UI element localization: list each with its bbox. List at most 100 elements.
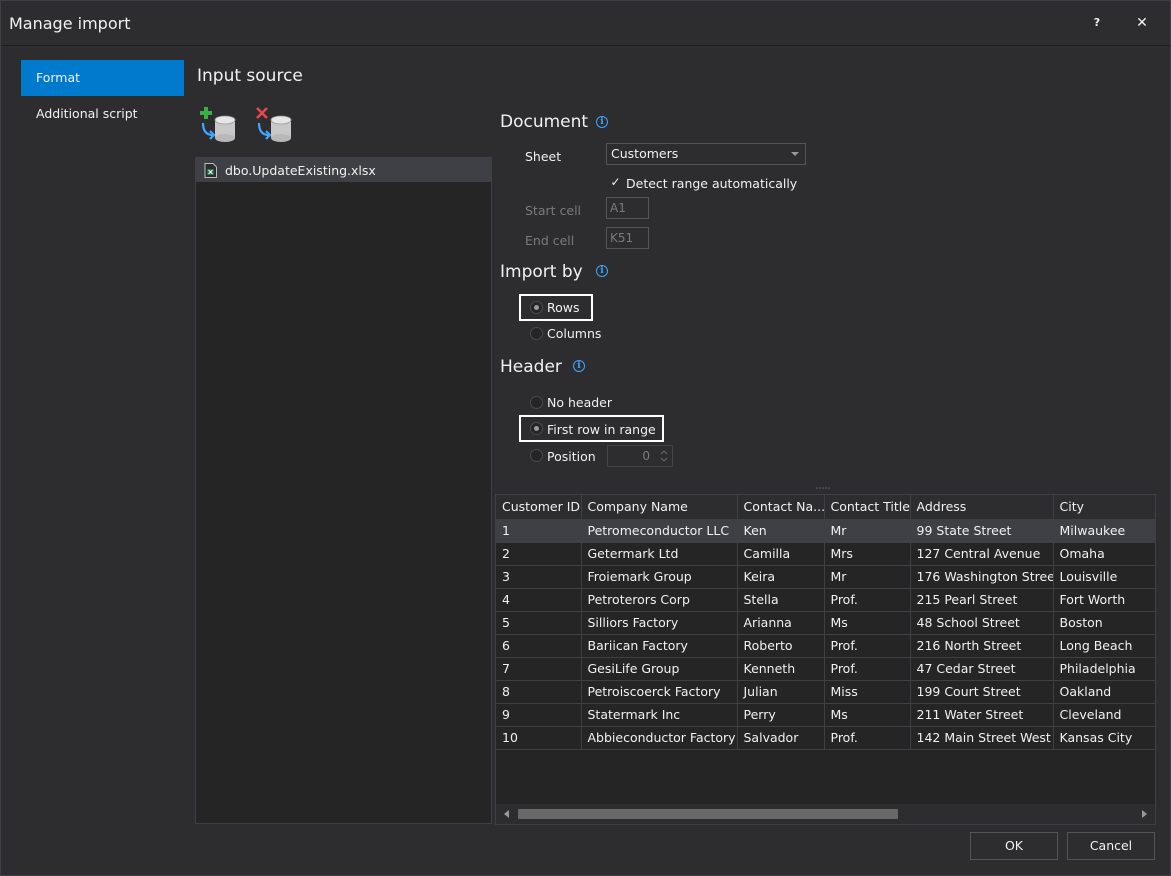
table-cell[interactable]: Mr xyxy=(824,565,911,589)
table-cell[interactable]: Omaha xyxy=(1053,542,1155,566)
table-cell[interactable]: Kansas City xyxy=(1053,726,1155,750)
cancel-button[interactable]: Cancel xyxy=(1067,832,1155,860)
import-by-info-icon[interactable]: i xyxy=(596,265,608,277)
nav-item-additional-script[interactable]: Additional script xyxy=(21,96,184,132)
table-cell[interactable]: Camilla xyxy=(737,542,825,566)
start-cell-input[interactable]: A1 xyxy=(606,197,649,219)
table-cell[interactable]: Prof. xyxy=(824,634,911,658)
table-cell[interactable]: Prof. xyxy=(824,588,911,612)
table-row[interactable]: 8 Petroiscoerck Factory Julian Miss 199 Cour… xyxy=(496,680,1155,704)
table-cell[interactable]: Boston xyxy=(1053,611,1155,635)
table-cell[interactable]: Ken xyxy=(737,519,825,543)
source-file-list[interactable]: dbo.UpdateExisting.xlsx xyxy=(195,157,492,824)
splitter-grip-icon[interactable] xyxy=(815,485,833,491)
table-cell[interactable]: Statermark Inc xyxy=(581,703,738,727)
table-cell[interactable]: 2 xyxy=(496,542,582,566)
table-cell[interactable]: Petroterors Corp xyxy=(581,588,738,612)
table-cell[interactable]: 48 School Street xyxy=(910,611,1054,635)
column-header[interactable]: Company Name xyxy=(581,495,738,520)
header-info-icon[interactable]: i xyxy=(573,360,585,372)
table-cell[interactable]: Arianna xyxy=(737,611,825,635)
add-source-icon[interactable] xyxy=(197,105,239,147)
table-cell[interactable]: Julian xyxy=(737,680,825,704)
table-cell[interactable]: 99 State Street xyxy=(910,519,1054,543)
column-header[interactable]: Customer ID xyxy=(496,495,582,520)
table-cell[interactable]: 142 Main Street West xyxy=(910,726,1054,750)
column-header[interactable]: Contact Title xyxy=(824,495,911,520)
table-cell[interactable]: Petroiscoerck Factory xyxy=(581,680,738,704)
column-header[interactable]: Contact Na... xyxy=(737,495,825,520)
table-row[interactable]: 3 Froiemark Group Keira Mr 176 Washington St… xyxy=(496,565,1155,589)
table-cell[interactable]: 216 North Street xyxy=(910,634,1054,658)
table-cell[interactable]: 127 Central Avenue xyxy=(910,542,1054,566)
detect-range-checkbox[interactable]: ✓ xyxy=(609,176,622,189)
table-cell[interactable]: Milwaukee xyxy=(1053,519,1155,543)
ok-button[interactable]: OK xyxy=(970,832,1058,860)
first-row-radio[interactable] xyxy=(530,422,543,435)
table-cell[interactable]: Kenneth xyxy=(737,657,825,681)
table-cell[interactable]: Mrs xyxy=(824,542,911,566)
table-cell[interactable]: Philadelphia xyxy=(1053,657,1155,681)
table-cell[interactable]: Abbieconductor Factory xyxy=(581,726,738,750)
table-cell[interactable]: Fort Worth xyxy=(1053,588,1155,612)
table-cell[interactable]: Miss xyxy=(824,680,911,704)
table-row[interactable]: 6 Bariican Factory Roberto Prof. 216 North S… xyxy=(496,634,1155,658)
table-cell[interactable]: 211 Water Street xyxy=(910,703,1054,727)
column-header[interactable]: City xyxy=(1053,495,1155,520)
columns-radio[interactable] xyxy=(530,327,543,340)
table-row[interactable]: 4 Petroterors Corp Stella Prof. 215 Pearl St… xyxy=(496,588,1155,612)
table-cell[interactable]: 5 xyxy=(496,611,582,635)
table-cell[interactable]: Getermark Ltd xyxy=(581,542,738,566)
preview-grid[interactable]: Customer ID Company Name Contact Na... C… xyxy=(495,494,1156,825)
table-cell[interactable]: 47 Cedar Street xyxy=(910,657,1054,681)
position-stepper[interactable]: 0 xyxy=(607,445,673,467)
source-file-item[interactable]: dbo.UpdateExisting.xlsx xyxy=(196,158,491,182)
position-radio[interactable] xyxy=(530,449,543,462)
table-cell[interactable]: Long Beach xyxy=(1053,634,1155,658)
document-info-icon[interactable]: i xyxy=(596,116,608,128)
remove-source-icon[interactable] xyxy=(253,105,295,147)
table-cell[interactable]: Ms xyxy=(824,611,911,635)
end-cell-input[interactable]: K51 xyxy=(606,227,649,249)
nav-item-format[interactable]: Format xyxy=(21,60,184,96)
table-cell[interactable]: Oakland xyxy=(1053,680,1155,704)
table-cell[interactable]: Bariican Factory xyxy=(581,634,738,658)
table-cell[interactable]: 8 xyxy=(496,680,582,704)
scroll-left-icon[interactable] xyxy=(504,810,509,818)
table-cell[interactable]: 7 xyxy=(496,657,582,681)
table-row[interactable]: 9 Statermark Inc Perry Ms 211 Water Street Cl… xyxy=(496,703,1155,727)
table-cell[interactable]: Petromeconductor LLC xyxy=(581,519,738,543)
table-cell[interactable]: GesiLife Group xyxy=(581,657,738,681)
rows-radio[interactable] xyxy=(530,301,543,314)
table-cell[interactable]: 9 xyxy=(496,703,582,727)
table-cell[interactable]: Ms xyxy=(824,703,911,727)
table-cell[interactable]: 176 Washington Street xyxy=(910,565,1054,589)
table-cell[interactable]: Perry xyxy=(737,703,825,727)
table-row[interactable]: 7 GesiLife Group Kenneth Prof. 47 Cedar Stre… xyxy=(496,657,1155,681)
table-row[interactable]: 5 Silliors Factory Arianna Ms 48 School Stre… xyxy=(496,611,1155,635)
table-cell[interactable]: Froiemark Group xyxy=(581,565,738,589)
table-cell[interactable]: Mr xyxy=(824,519,911,543)
table-row[interactable]: 10 Abbieconductor Factory Salvador Prof. 142… xyxy=(496,726,1155,750)
stepper-arrows-icon[interactable] xyxy=(660,449,668,463)
table-cell[interactable]: Prof. xyxy=(824,657,911,681)
help-button[interactable]: ? xyxy=(1083,11,1111,35)
horizontal-scrollbar[interactable] xyxy=(496,804,1155,824)
table-cell[interactable]: Roberto xyxy=(737,634,825,658)
table-cell[interactable]: Prof. xyxy=(824,726,911,750)
table-cell[interactable]: 199 Court Street xyxy=(910,680,1054,704)
table-cell[interactable]: Stella xyxy=(737,588,825,612)
scrollbar-thumb[interactable] xyxy=(518,809,898,819)
table-row[interactable]: 2 Getermark Ltd Camilla Mrs 127 Central Aven… xyxy=(496,542,1155,566)
table-cell[interactable]: Salvador xyxy=(737,726,825,750)
scroll-right-icon[interactable] xyxy=(1142,810,1147,818)
table-cell[interactable]: 4 xyxy=(496,588,582,612)
no-header-radio[interactable] xyxy=(530,396,543,409)
table-cell[interactable]: Louisville xyxy=(1053,565,1155,589)
sheet-select[interactable]: Customers xyxy=(606,143,806,165)
close-button[interactable]: ✕ xyxy=(1128,11,1156,35)
table-row[interactable]: 1 Petromeconductor LLC Ken Mr 99 State Stree… xyxy=(496,519,1155,543)
table-cell[interactable]: 6 xyxy=(496,634,582,658)
table-cell[interactable]: 1 xyxy=(496,519,582,543)
column-header[interactable]: Address xyxy=(910,495,1054,520)
